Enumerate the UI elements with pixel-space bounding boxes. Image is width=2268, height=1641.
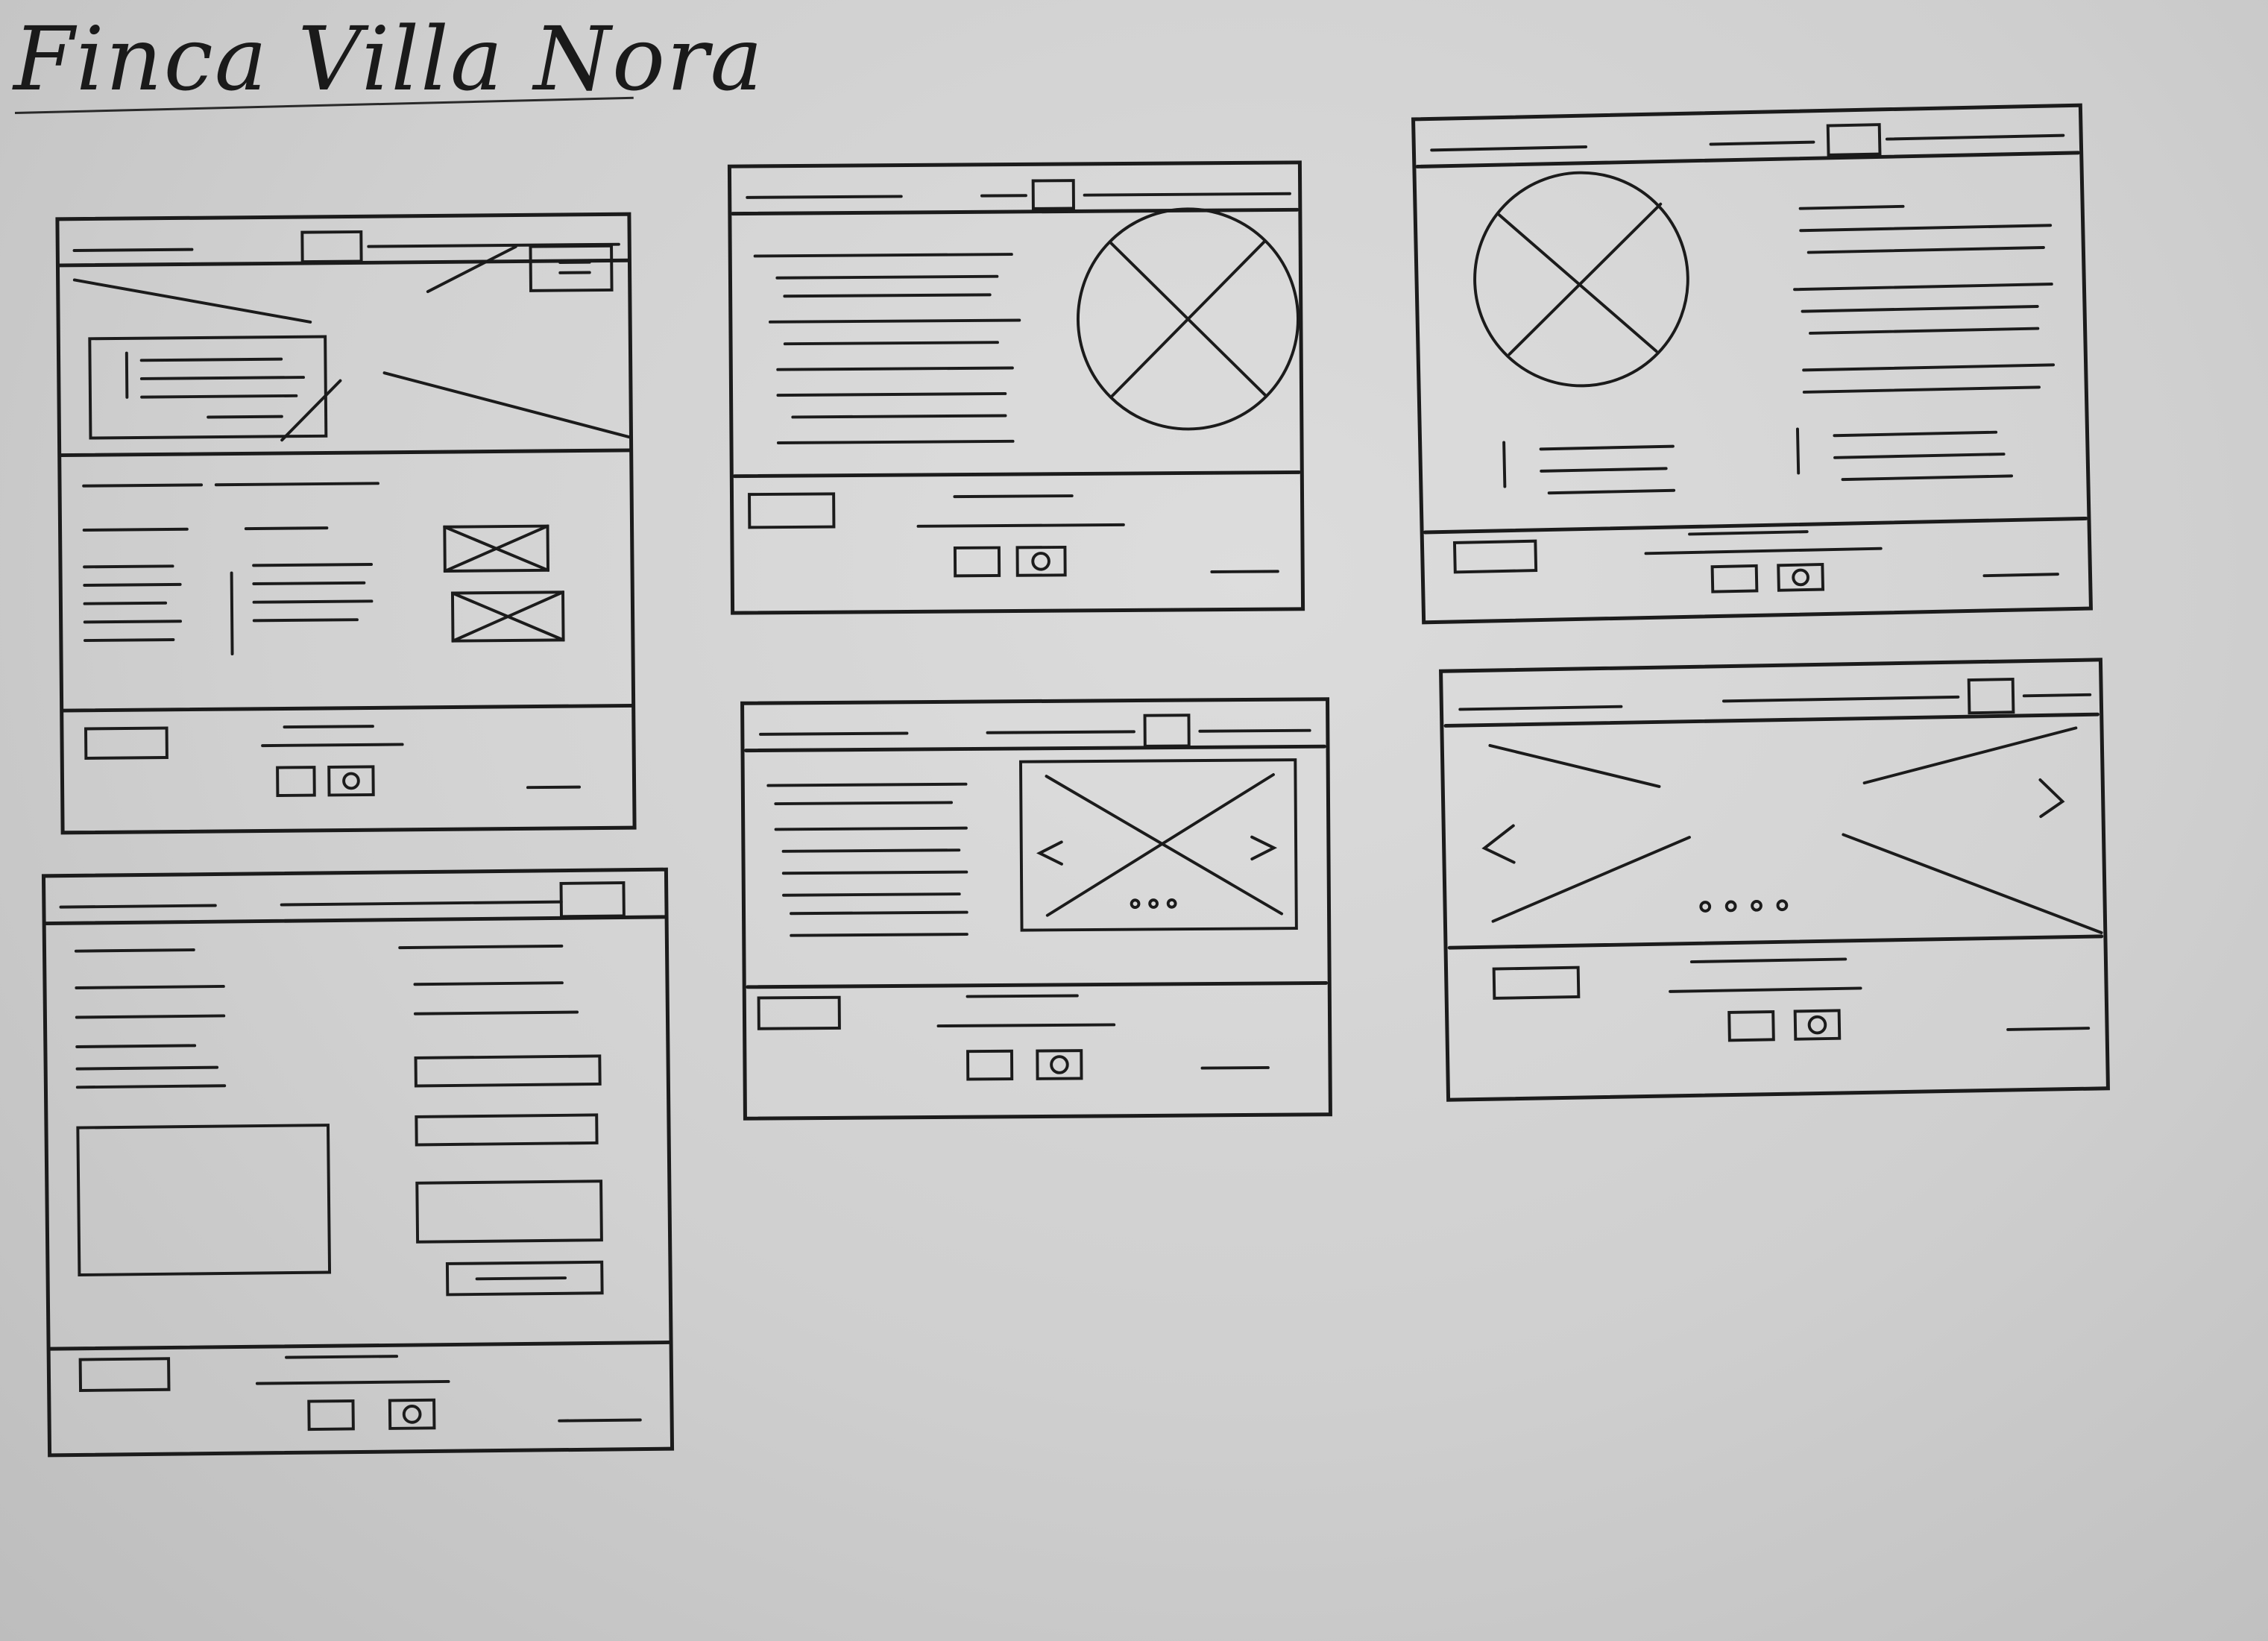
wireframe-contact-drawing xyxy=(44,881,671,1431)
footer-logo xyxy=(1492,966,1581,1000)
wireframe-villa-drawing xyxy=(731,179,1301,578)
footer-logo xyxy=(1452,539,1538,574)
instagram-icon xyxy=(1036,1049,1083,1080)
chevron-right-icon xyxy=(2038,778,2065,819)
wireframe-services-drawing xyxy=(1415,123,2088,593)
message-textarea xyxy=(76,1124,332,1277)
instagram-icon xyxy=(388,1398,436,1430)
facebook-icon xyxy=(276,766,316,798)
facebook-icon xyxy=(1727,1010,1775,1042)
facebook-icon xyxy=(953,546,1001,578)
image-placeholder-icon xyxy=(1473,171,1689,388)
image-placeholder-icon xyxy=(1488,726,2103,934)
facebook-icon xyxy=(966,1049,1014,1081)
instagram-icon xyxy=(1015,545,1067,577)
footer-logo xyxy=(84,726,168,760)
nav-tab-active xyxy=(1143,714,1191,748)
menu-icon xyxy=(529,244,614,292)
form-input xyxy=(415,1113,599,1147)
nav-tab-active xyxy=(1967,678,2015,715)
instagram-icon xyxy=(327,765,375,797)
wireframe-home-drawing xyxy=(57,230,634,798)
chevron-left-icon xyxy=(1481,824,1516,864)
hero-text-card xyxy=(88,335,328,440)
wireframe-villa xyxy=(727,160,1305,615)
chevron-right-icon xyxy=(1250,835,1278,861)
footer-logo xyxy=(748,492,836,529)
instagram-icon xyxy=(1777,563,1825,592)
footer-logo xyxy=(757,995,841,1030)
nav-tab-active xyxy=(1826,123,1882,157)
form-input xyxy=(414,1054,602,1088)
nav-tab-active xyxy=(1031,179,1075,210)
sketch-paper: Finca Villa Nora xyxy=(0,0,2268,1641)
wireframe-contact xyxy=(41,867,675,1458)
instagram-icon xyxy=(1793,1009,1842,1041)
wireframe-gallery-drawing xyxy=(1443,678,2104,1042)
facebook-icon xyxy=(307,1399,355,1431)
facebook-icon xyxy=(1710,564,1759,593)
nav-tab-active xyxy=(300,230,363,264)
footer-logo xyxy=(78,1357,171,1392)
wireframe-services xyxy=(1411,103,2094,625)
wireframe-home xyxy=(55,212,637,835)
form-input xyxy=(415,1179,603,1244)
sketch-title: Finca Villa Nora xyxy=(13,7,764,110)
wireframe-rooms xyxy=(740,697,1332,1121)
wireframe-gallery xyxy=(1439,658,2110,1102)
nav-tab-active xyxy=(559,881,626,919)
chevron-left-icon xyxy=(1036,840,1063,866)
wireframe-rooms-drawing xyxy=(744,714,1329,1081)
